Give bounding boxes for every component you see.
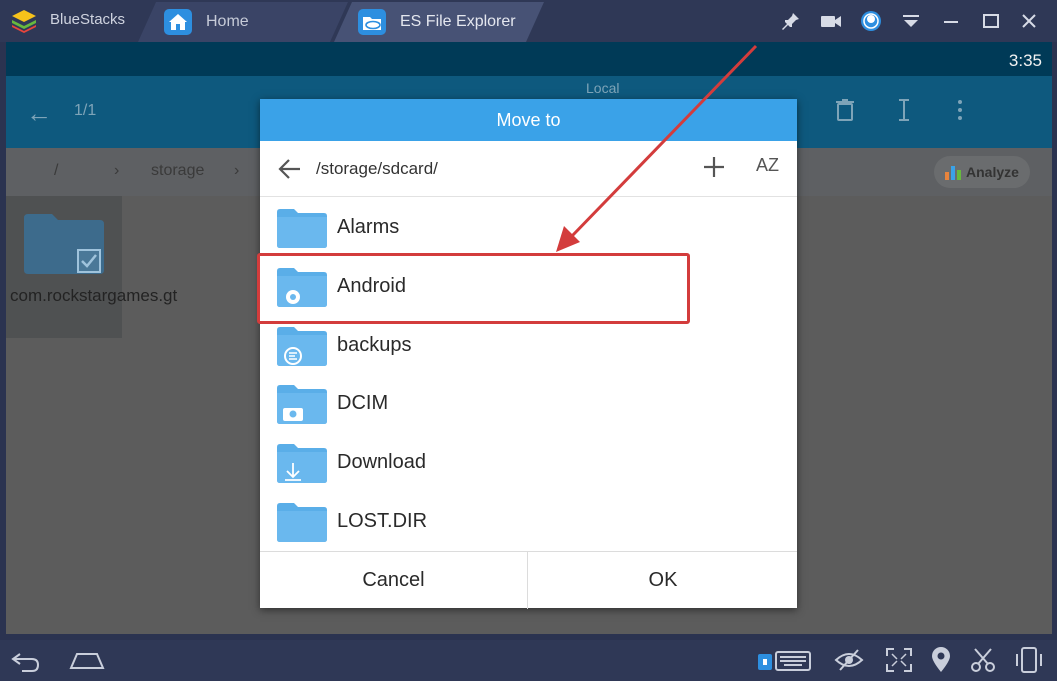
status-bar: 3:35 bbox=[6, 42, 1052, 76]
new-folder-plus-icon[interactable] bbox=[700, 153, 728, 181]
account-icon[interactable] bbox=[858, 8, 884, 34]
folder-name: Download bbox=[337, 451, 426, 474]
chevron-right-icon: › bbox=[114, 162, 120, 179]
cancel-button[interactable]: Cancel bbox=[260, 552, 528, 609]
selected-folder-tile[interactable]: com.rockstargames.gt bbox=[6, 196, 178, 338]
maximize-icon[interactable] bbox=[978, 8, 1004, 34]
selection-count: 1/1 bbox=[74, 102, 97, 119]
es-file-explorer-icon bbox=[358, 9, 386, 35]
more-options-icon[interactable] bbox=[956, 98, 964, 128]
folder-row-dcim[interactable]: DCIM bbox=[260, 374, 797, 433]
rename-icon[interactable] bbox=[896, 98, 912, 128]
analyze-button[interactable]: Analyze bbox=[934, 156, 1030, 188]
close-icon[interactable] bbox=[1016, 8, 1042, 34]
folder-checked-icon bbox=[24, 214, 104, 274]
dialog-path-bar: /storage/sdcard/ AZ bbox=[260, 141, 797, 197]
delete-icon[interactable] bbox=[834, 98, 856, 128]
folder-es-icon bbox=[277, 326, 327, 366]
analyze-label: Analyze bbox=[966, 164, 1019, 180]
location-label: Local bbox=[586, 80, 620, 96]
tab-home-label: Home bbox=[206, 13, 249, 30]
bottom-navigation-bar bbox=[0, 640, 1057, 681]
tab-home[interactable]: Home bbox=[138, 2, 348, 42]
breadcrumb-root[interactable]: / bbox=[54, 162, 58, 180]
back-arrow-icon[interactable]: ← bbox=[26, 98, 52, 129]
ok-button[interactable]: OK bbox=[529, 552, 797, 609]
minimize-icon[interactable] bbox=[938, 8, 964, 34]
breadcrumb-storage[interactable]: storage bbox=[151, 162, 204, 180]
folder-row-alarms[interactable]: Alarms bbox=[260, 198, 797, 257]
dialog-current-path: /storage/sdcard/ bbox=[316, 159, 438, 178]
camera-record-icon[interactable] bbox=[818, 8, 844, 34]
scissors-icon[interactable] bbox=[968, 646, 998, 674]
tab-es-file-explorer[interactable]: ES File Explorer bbox=[334, 2, 544, 42]
keyboard-icon[interactable] bbox=[756, 646, 812, 674]
bluestacks-logo-icon bbox=[12, 10, 36, 33]
tab-es-label: ES File Explorer bbox=[400, 13, 516, 30]
folder-icon bbox=[277, 209, 327, 248]
bar-chart-icon bbox=[945, 166, 961, 180]
folder-name: Alarms bbox=[337, 216, 400, 238]
sort-az-icon[interactable]: AZ bbox=[756, 155, 779, 176]
dialog-actions: Cancel OK bbox=[260, 551, 797, 609]
move-to-dialog: Move to /storage/sdcard/ AZ Alarms Andro… bbox=[260, 99, 797, 609]
folder-row-backups[interactable]: backups bbox=[260, 316, 797, 375]
folder-name: DCIM bbox=[337, 392, 389, 415]
phone-rotate-icon[interactable] bbox=[1014, 646, 1044, 674]
dropdown-menu-icon[interactable] bbox=[898, 8, 924, 34]
annotation-highlight-box bbox=[257, 253, 690, 324]
folder-name: LOST.DIR bbox=[337, 509, 428, 532]
folder-camera-icon bbox=[277, 385, 327, 425]
back-icon[interactable] bbox=[10, 646, 40, 674]
folder-list: Alarms Android backups DCIM Download LOS… bbox=[260, 198, 797, 551]
home-icon bbox=[164, 9, 192, 35]
folder-row-download[interactable]: Download bbox=[260, 433, 797, 492]
back-arrow-icon[interactable] bbox=[276, 155, 304, 183]
dialog-title: Move to bbox=[260, 99, 797, 141]
home-outline-icon[interactable] bbox=[68, 646, 106, 674]
eye-hidden-icon[interactable] bbox=[834, 646, 864, 674]
folder-name: backups bbox=[337, 333, 412, 356]
selected-folder-label: com.rockstargames.gt bbox=[10, 286, 178, 305]
status-clock: 3:35 bbox=[1008, 51, 1042, 70]
folder-row-lost-dir[interactable]: LOST.DIR bbox=[260, 492, 797, 551]
folder-icon bbox=[277, 502, 327, 542]
pin-icon[interactable] bbox=[778, 8, 804, 34]
folder-download-icon bbox=[277, 444, 327, 484]
location-pin-icon[interactable] bbox=[926, 646, 956, 674]
chevron-right-icon: › bbox=[234, 162, 240, 179]
app-name: BlueStacks bbox=[50, 11, 126, 28]
fullscreen-icon[interactable] bbox=[884, 646, 914, 674]
window-titlebar: BlueStacks Home ES File Explorer bbox=[0, 0, 1057, 42]
